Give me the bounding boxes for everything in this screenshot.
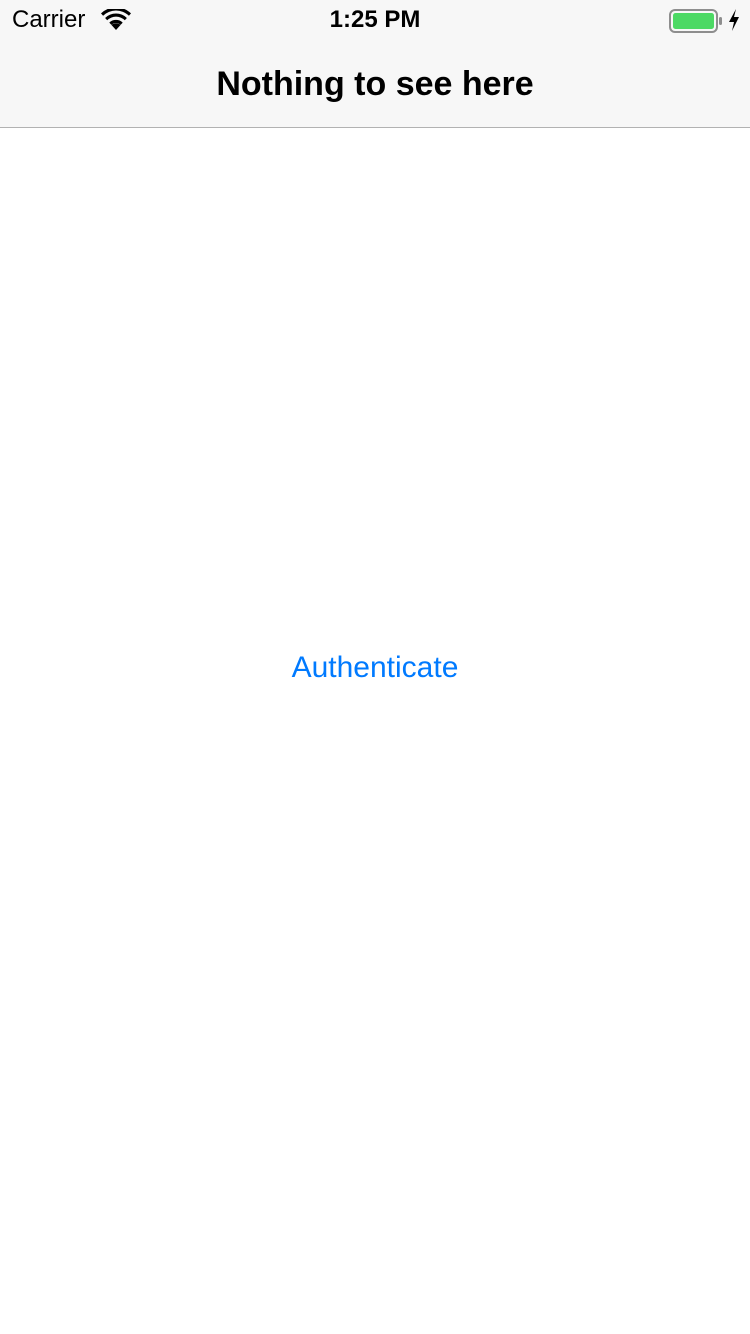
status-bar: Carrier 1:25 PM: [0, 0, 750, 40]
top-bar: Carrier 1:25 PM Nothing to see here: [0, 0, 750, 128]
page-title: Nothing to see here: [216, 65, 534, 103]
authenticate-button[interactable]: Authenticate: [225, 644, 525, 692]
status-time: 1:25 PM: [329, 6, 421, 33]
app-screen: Carrier 1:25 PM Nothing to see here Auth…: [0, 0, 750, 1334]
charging-bolt-icon: [729, 9, 739, 31]
battery-icon: [669, 9, 722, 33]
